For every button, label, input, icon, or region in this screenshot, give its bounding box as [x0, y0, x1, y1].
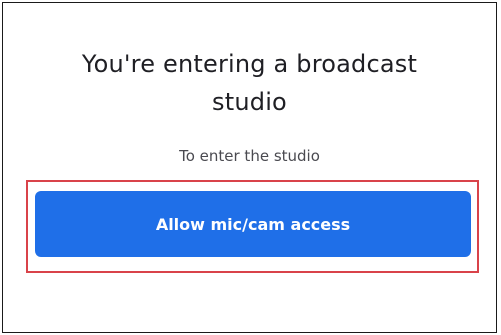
dialog-frame: You're entering a broadcast studio To en…	[2, 2, 497, 333]
dialog-subtitle: To enter the studio	[179, 147, 320, 165]
dialog-title-line-2: studio	[212, 88, 287, 116]
dialog-title-line-1: You're entering a broadcast	[81, 50, 418, 78]
allow-mic-cam-access-button[interactable]: Allow mic/cam access	[35, 191, 471, 257]
dialog-title: You're entering a broadcast studio	[3, 45, 496, 121]
